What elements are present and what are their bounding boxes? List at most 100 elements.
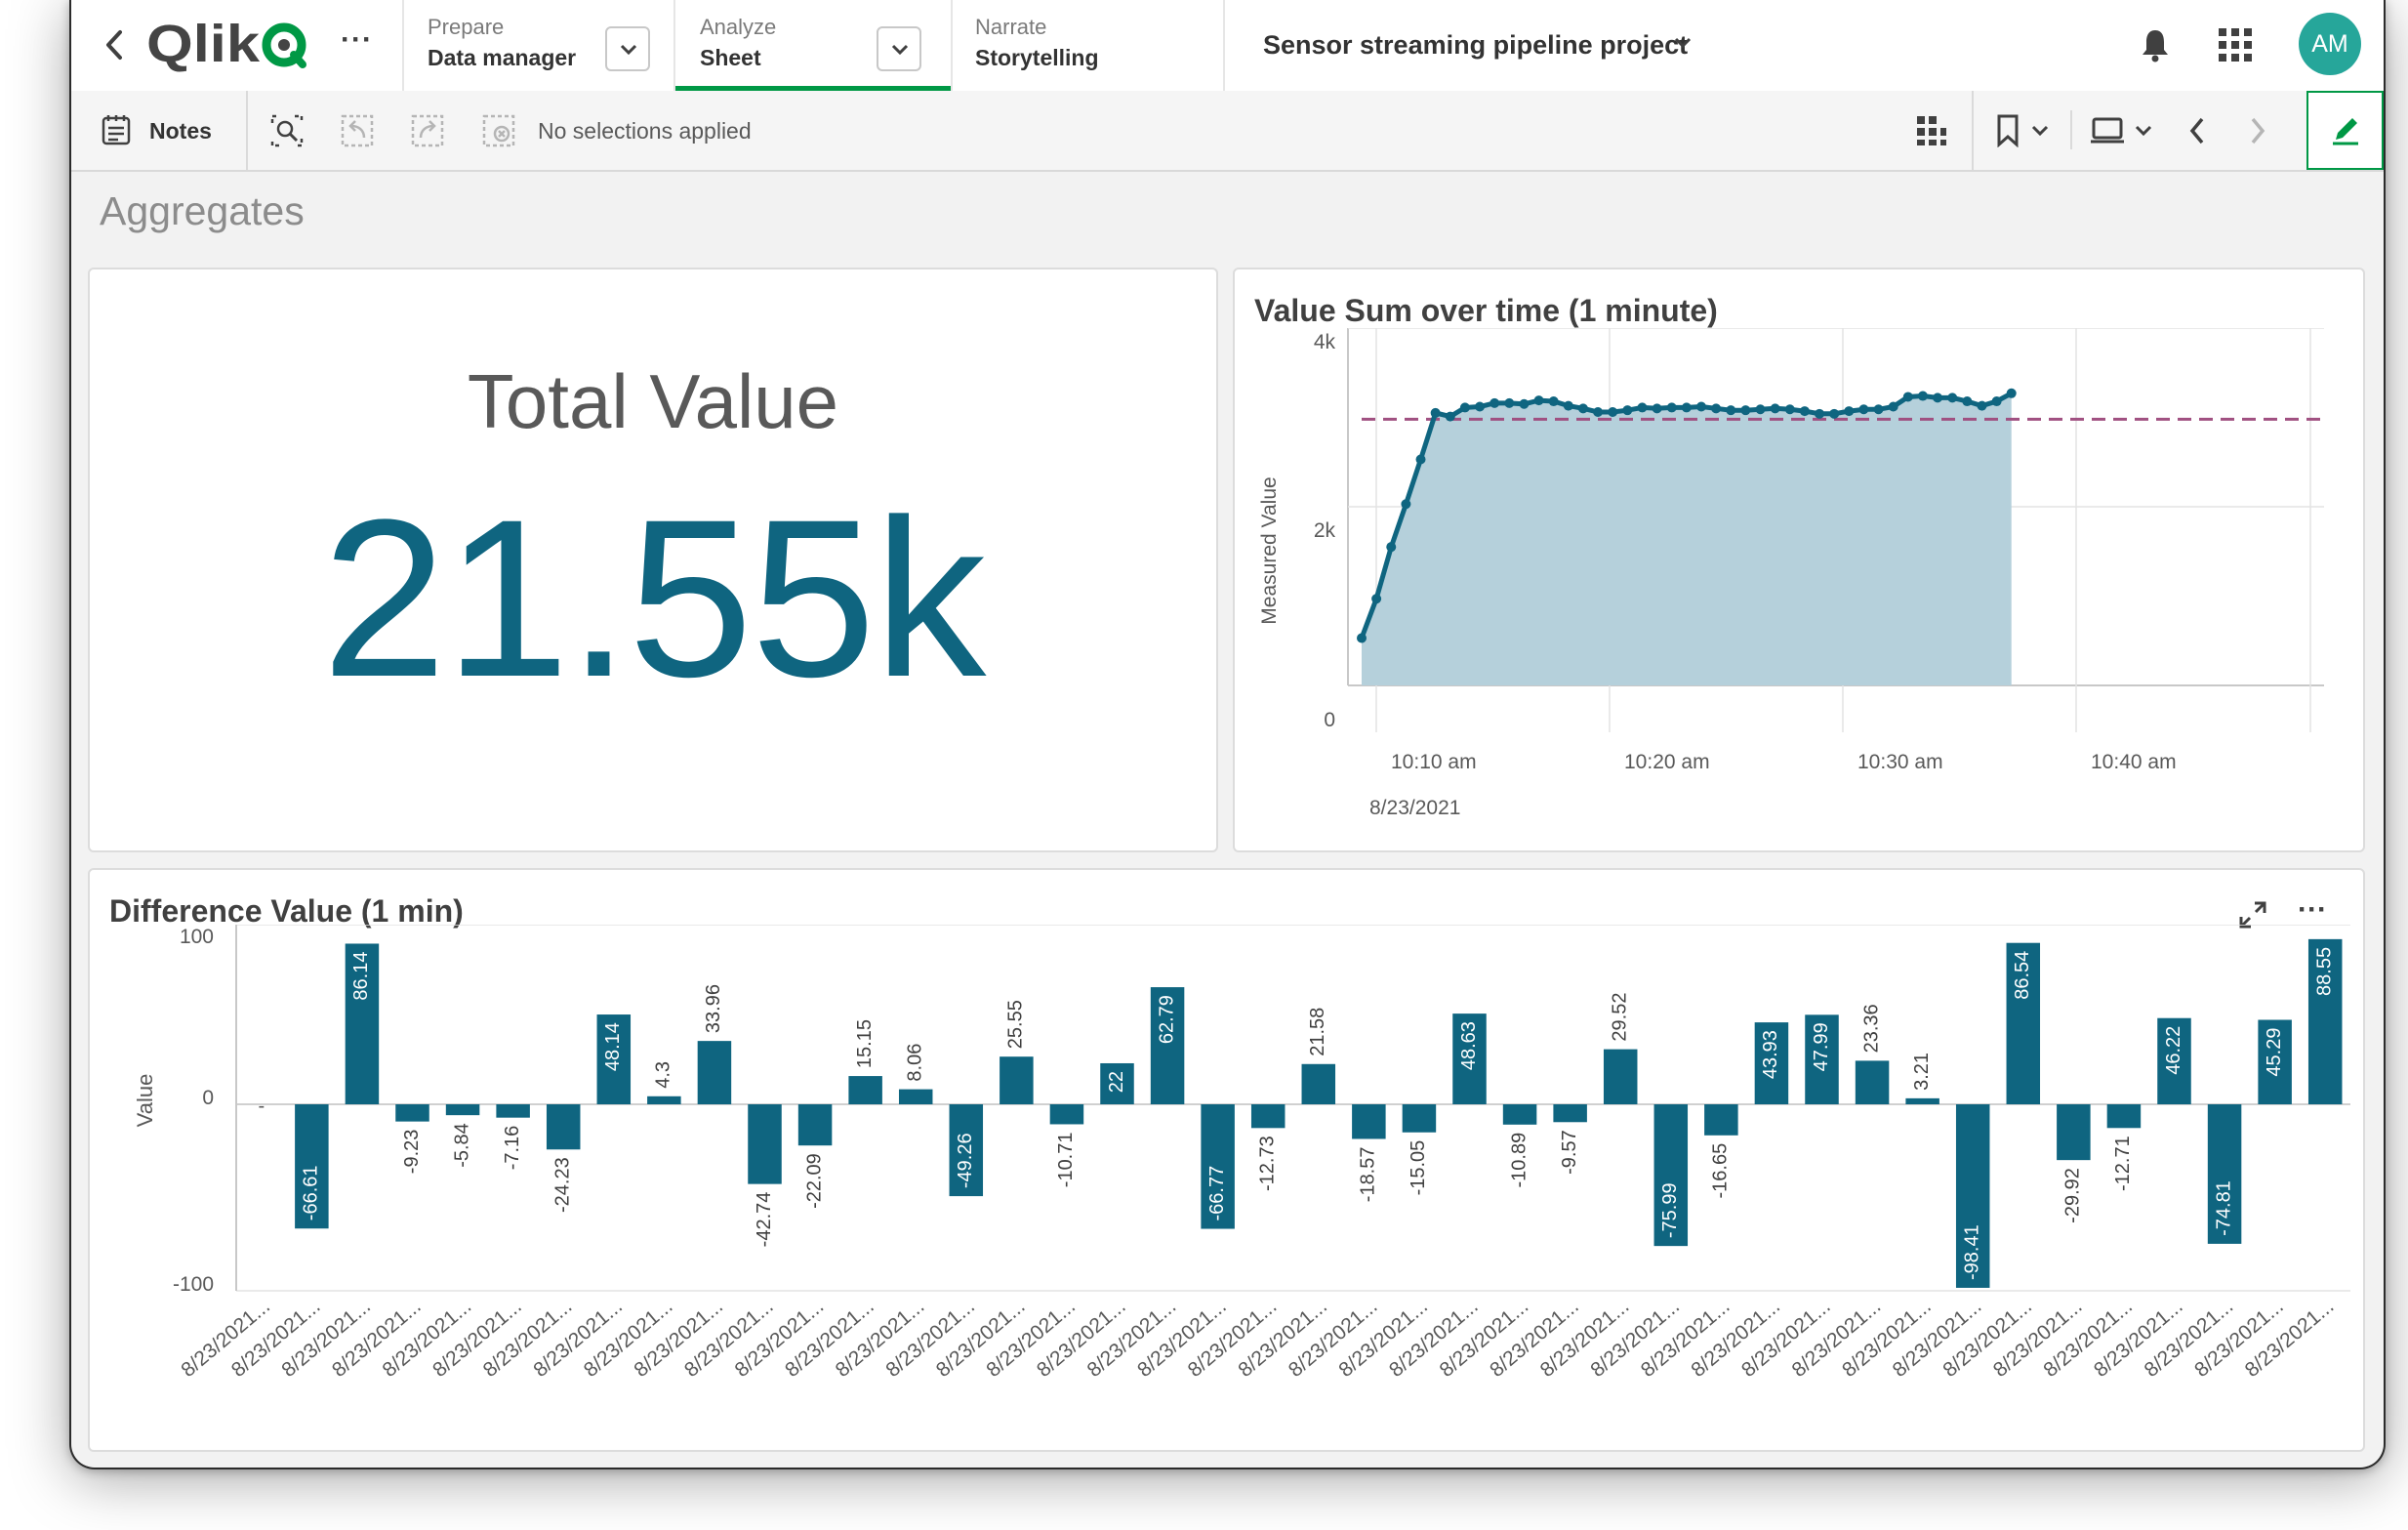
data-point[interactable]	[1977, 400, 1987, 411]
data-point[interactable]	[1815, 408, 1825, 419]
data-point[interactable]	[1401, 499, 1411, 510]
edit-sheet-button[interactable]	[2306, 91, 2384, 170]
bar[interactable]	[1000, 1056, 1034, 1104]
bar[interactable]	[546, 1104, 581, 1150]
data-point[interactable]	[1519, 398, 1530, 409]
data-point[interactable]	[1593, 407, 1604, 418]
bar[interactable]	[1855, 1060, 1890, 1104]
more-options-icon[interactable]: ···	[2298, 893, 2327, 927]
bar[interactable]	[395, 1104, 429, 1122]
bar[interactable]	[1301, 1063, 1336, 1104]
avatar[interactable]: AM	[2299, 13, 2361, 75]
bar[interactable]	[797, 1104, 833, 1146]
line-chart-panel[interactable]: Value Sum over time (1 minute) 4k 2k 0 M…	[1233, 268, 2365, 852]
data-point[interactable]	[1533, 395, 1544, 406]
data-point[interactable]	[1430, 407, 1441, 418]
analyze-dropdown-button[interactable]	[877, 26, 921, 71]
data-point[interactable]	[1726, 405, 1736, 416]
bar[interactable]	[1402, 1104, 1437, 1133]
sheet-view-icon[interactable]	[2090, 116, 2125, 150]
bar[interactable]	[647, 1096, 681, 1104]
data-point[interactable]	[1490, 397, 1500, 408]
next-sheet-icon[interactable]	[2248, 116, 2267, 150]
qlik-logo[interactable]: Qlik	[146, 15, 312, 73]
data-point[interactable]	[2006, 388, 2017, 398]
bar-chart-panel[interactable]: Difference Value (1 min) ··· - -66.61 86.1…	[88, 868, 2365, 1452]
bar[interactable]	[1352, 1104, 1386, 1139]
smart-search-icon[interactable]	[270, 114, 304, 152]
data-point[interactable]	[1873, 404, 1884, 415]
data-point[interactable]	[1991, 396, 2002, 407]
data-point[interactable]	[1445, 411, 1455, 422]
data-point[interactable]	[1844, 406, 1855, 417]
data-point[interactable]	[1711, 403, 1722, 414]
data-point[interactable]	[1829, 408, 1840, 419]
data-point[interactable]	[1888, 401, 1898, 412]
data-point[interactable]	[1459, 402, 1470, 413]
bar[interactable]	[2106, 1104, 2142, 1129]
bar[interactable]	[1704, 1104, 1738, 1136]
notification-bell-icon[interactable]	[2140, 27, 2171, 67]
data-point[interactable]	[1577, 403, 1588, 414]
data-point[interactable]	[1933, 393, 1943, 403]
kpi-panel[interactable]: Total Value 21.55k	[88, 268, 1218, 852]
more-options-icon[interactable]: ···	[341, 23, 373, 57]
data-point[interactable]	[1357, 633, 1367, 643]
notes-label: Notes	[149, 118, 212, 144]
data-point[interactable]	[1386, 542, 1397, 553]
data-point[interactable]	[1563, 400, 1573, 411]
data-point[interactable]	[1799, 406, 1810, 417]
data-label: -10.89	[1508, 1133, 1530, 1188]
data-point[interactable]	[1740, 405, 1751, 416]
avatar-initials: AM	[2311, 30, 2348, 58]
clear-selections-icon[interactable]	[482, 114, 515, 152]
bar-chart-plot[interactable]: - -66.61 86.14 -9.23 -5.84 -7.16 -24.23 48.14 4.…	[90, 925, 2363, 1452]
data-point[interactable]	[1548, 396, 1559, 407]
back-icon[interactable]	[104, 29, 124, 65]
bar[interactable]	[898, 1089, 933, 1104]
data-point[interactable]	[1608, 407, 1618, 418]
data-point[interactable]	[1371, 594, 1382, 604]
bar[interactable]	[748, 1104, 782, 1184]
bar[interactable]	[1603, 1049, 1638, 1104]
data-point[interactable]	[1504, 397, 1515, 408]
bar[interactable]	[1553, 1104, 1587, 1123]
data-point[interactable]	[1947, 393, 1958, 403]
data-point[interactable]	[1784, 404, 1795, 415]
bar[interactable]	[1049, 1104, 1084, 1125]
bar[interactable]	[1905, 1097, 1939, 1104]
bar[interactable]	[1502, 1104, 1537, 1125]
bar[interactable]	[445, 1104, 480, 1116]
apps-grid-icon[interactable]	[2219, 28, 2252, 66]
data-point[interactable]	[1695, 401, 1706, 412]
prepare-dropdown-button[interactable]	[605, 26, 650, 71]
chevron-down-icon[interactable]	[2029, 120, 2051, 146]
bookmark-icon[interactable]	[1996, 114, 2020, 152]
step-forward-icon[interactable]	[411, 114, 444, 152]
data-point[interactable]	[1858, 404, 1869, 415]
data-point[interactable]	[1622, 405, 1633, 416]
bar[interactable]	[496, 1104, 530, 1118]
data-label: -	[258, 1096, 265, 1117]
data-point[interactable]	[1666, 402, 1677, 413]
previous-sheet-icon[interactable]	[2187, 116, 2207, 150]
line-chart-plot[interactable]: 4k 2k 0 Measured Value 10:10 am 10:20 am…	[1235, 328, 2363, 836]
data-point[interactable]	[1902, 392, 1913, 402]
bar[interactable]	[2057, 1104, 2091, 1161]
bar[interactable]	[848, 1076, 882, 1104]
data-point[interactable]	[1652, 403, 1662, 414]
data-label: 47.99	[1811, 1022, 1832, 1071]
bar[interactable]	[1250, 1104, 1286, 1129]
assets-panel-icon[interactable]	[1915, 114, 1948, 152]
chevron-down-icon[interactable]	[2133, 120, 2154, 146]
step-back-icon[interactable]	[341, 114, 374, 152]
bar[interactable]	[697, 1041, 732, 1104]
data-point[interactable]	[1962, 396, 1973, 407]
data-point[interactable]	[1917, 391, 1928, 401]
data-point[interactable]	[1755, 404, 1766, 415]
data-point[interactable]	[1415, 454, 1426, 465]
data-point[interactable]	[1637, 402, 1648, 413]
data-point[interactable]	[1475, 401, 1486, 412]
data-point[interactable]	[1681, 402, 1692, 413]
data-point[interactable]	[1770, 403, 1780, 414]
